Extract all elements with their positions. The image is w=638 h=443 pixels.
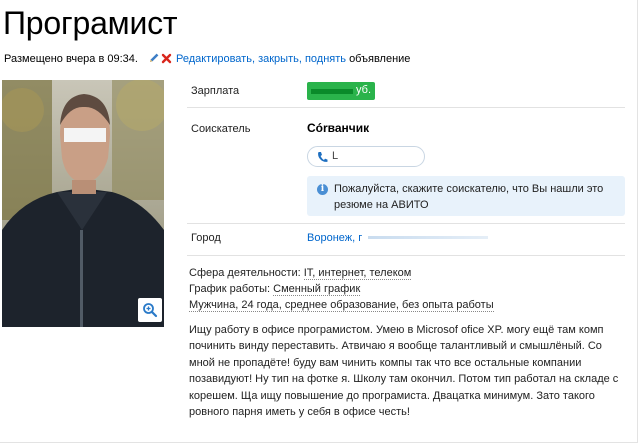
ad-word: объявление — [349, 53, 411, 65]
zoom-button[interactable] — [138, 298, 162, 322]
salary-label: Зарплата — [191, 85, 240, 97]
cross-icon[interactable] — [161, 53, 172, 64]
page-title: Програмист — [3, 5, 178, 41]
seeker-name: Córванчик — [307, 121, 370, 135]
info-icon: i — [317, 184, 328, 195]
resume-details: Сфера деятельности: IT, интернет, телеко… — [189, 265, 494, 313]
schedule-label: График работы: — [189, 283, 271, 295]
city-link[interactable]: Воронеж, г — [307, 232, 362, 244]
photo-image — [2, 80, 164, 327]
divider — [187, 223, 625, 224]
salary-suffix: уб. — [356, 84, 371, 96]
schedule-value: Сменный график — [273, 283, 361, 296]
phone-number: L — [332, 150, 339, 162]
zoom-icon — [143, 303, 158, 318]
notice-text: Пожалуйста, скажите соискателю, что Вы н… — [334, 183, 604, 211]
seeker-label: Соискатель — [191, 123, 251, 135]
divider — [187, 255, 625, 256]
show-phone-button[interactable]: L — [307, 146, 425, 167]
resume-description: Ищу работу в офисе програмистом. Умею в … — [189, 324, 619, 419]
pencil-icon[interactable] — [148, 52, 160, 64]
edit-close-raise-link[interactable]: Редактировать, закрыть, поднять — [176, 53, 346, 65]
salary-value: уб. — [307, 82, 375, 100]
posted-date: Размещено вчера в 09:34. — [4, 53, 138, 65]
sphere-label: Сфера деятельности: — [189, 267, 301, 279]
ad-meta: Размещено вчера в 09:34. Редактировать, … — [4, 52, 410, 66]
city-value: Воронеж, г — [307, 231, 489, 245]
person-info: Мужчина, 24 года, среднее образование, б… — [189, 299, 494, 312]
phone-icon — [318, 152, 328, 162]
info-notice: i Пожалуйста, скажите соискателю, что Вы… — [307, 176, 625, 216]
city-label: Город — [191, 232, 221, 244]
sphere-value: IT, интернет, телеком — [303, 267, 412, 280]
divider — [187, 107, 625, 108]
profile-photo[interactable] — [2, 80, 164, 327]
